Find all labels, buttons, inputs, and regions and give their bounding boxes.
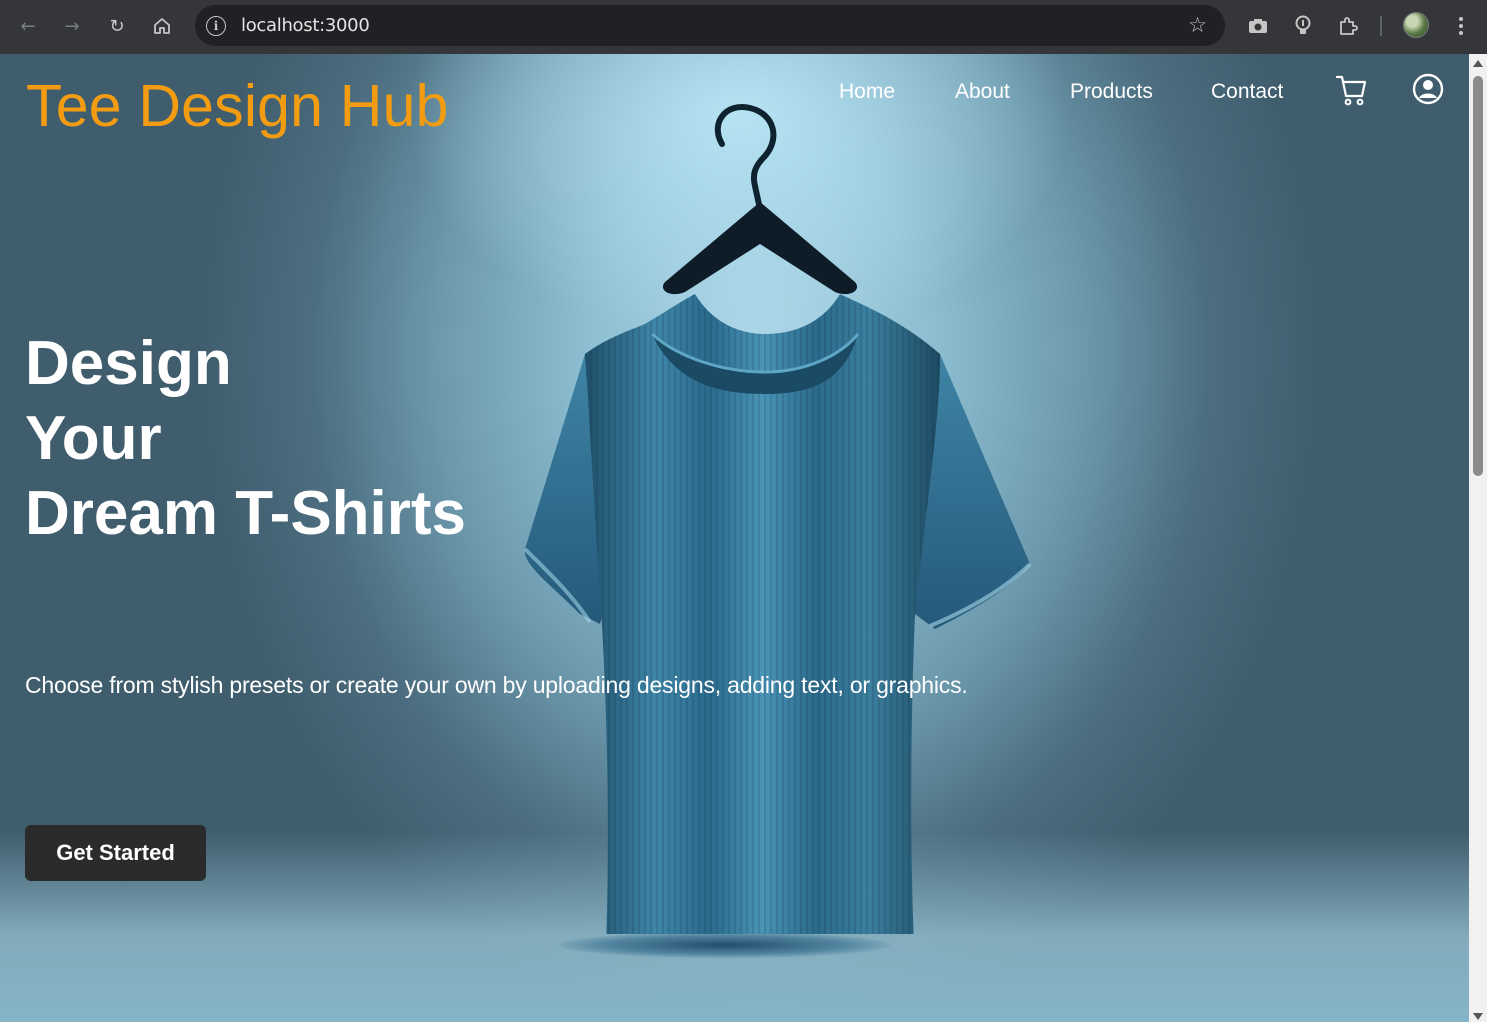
home-icon[interactable]	[147, 11, 177, 41]
scroll-thumb[interactable]	[1473, 76, 1483, 476]
back-icon[interactable]: ←	[13, 11, 43, 41]
lens-icon[interactable]	[1288, 11, 1318, 41]
cart-icon[interactable]	[1335, 74, 1367, 111]
reload-icon[interactable]: ↻	[102, 11, 132, 41]
nav-contact[interactable]: Contact	[1211, 80, 1283, 104]
hero-title-line: Your	[25, 404, 162, 473]
scroll-down-arrow-icon[interactable]	[1473, 1013, 1483, 1020]
screenshot-icon[interactable]	[1243, 11, 1273, 41]
menu-icon[interactable]	[1446, 11, 1476, 41]
profile-avatar[interactable]	[1403, 12, 1429, 38]
user-account-icon[interactable]	[1412, 73, 1444, 110]
site-logo[interactable]: Tee Design Hub	[26, 72, 449, 140]
page-viewport: Tee Design Hub Home About Products Conta…	[0, 54, 1469, 1022]
page-scrollbar[interactable]	[1469, 54, 1487, 1022]
scroll-up-arrow-icon[interactable]	[1473, 60, 1483, 67]
browser-toolbar: ← → ↻ i localhost:3000 ☆	[0, 0, 1487, 54]
nav-home[interactable]: Home	[839, 80, 895, 104]
extensions-icon[interactable]	[1333, 11, 1363, 41]
get-started-button[interactable]: Get Started	[25, 825, 206, 881]
forward-icon[interactable]: →	[57, 11, 87, 41]
nav-about[interactable]: About	[955, 80, 1010, 104]
toolbar-divider	[1380, 16, 1382, 36]
hero-title-line: Dream T-Shirts	[25, 479, 467, 548]
hero-subtitle: Choose from stylish presets or create yo…	[25, 672, 968, 698]
bookmark-star-icon[interactable]: ☆	[1188, 13, 1207, 37]
hero-title-line: Design	[25, 329, 232, 398]
address-bar[interactable]: i localhost:3000 ☆	[195, 5, 1225, 46]
shirt-shadow	[560, 932, 890, 958]
hero-title: Design Your Dream T-Shirts	[25, 326, 466, 551]
site-info-icon[interactable]: i	[206, 15, 226, 36]
nav-products[interactable]: Products	[1070, 80, 1153, 104]
tshirt-hero-image	[523, 104, 1032, 934]
url-text[interactable]: localhost:3000	[241, 15, 370, 36]
